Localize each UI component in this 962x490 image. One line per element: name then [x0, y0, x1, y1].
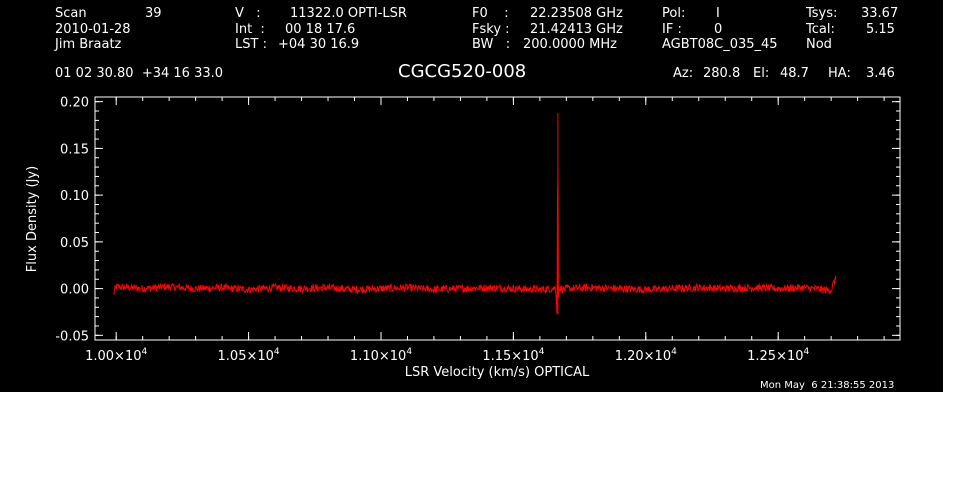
axis-ticks	[95, 97, 900, 340]
y-tick-label: -0.05	[55, 329, 89, 344]
x-tick-exponent: 4	[804, 347, 810, 357]
x-axis-label: LSR Velocity (km/s) OPTICAL	[405, 365, 590, 380]
flux-series-line	[113, 112, 837, 315]
spectrum-chart: -0.05 0.00 0.05 0.10 0.15 0.20 1.00×104 1.05×10…	[25, 96, 901, 380]
x-tick-label: 1.05×104	[218, 347, 280, 364]
plot-frame	[94, 96, 901, 341]
x-tick-exponent: 4	[671, 347, 677, 357]
x-tick-label: 1.10×104	[350, 347, 412, 364]
spectrum-plot-panel: Scan 39 2010-01-28 Jim Braatz V : 11322.…	[0, 0, 943, 392]
y-tick-label: 0.00	[60, 283, 89, 298]
x-tick-exponent: 4	[539, 347, 545, 357]
y-axis-label: Flux Density (Jy)	[25, 166, 40, 272]
x-tick-label: 1.00×104	[85, 347, 147, 364]
y-tick-label: 0.10	[60, 189, 89, 204]
x-tick-label: 1.25×104	[747, 347, 809, 364]
y-tick-label: 0.05	[60, 236, 89, 251]
x-tick-label: 1.20×104	[615, 347, 677, 364]
y-tick-label: 0.20	[60, 96, 89, 111]
x-tick-exponent: 4	[406, 347, 412, 357]
x-tick-exponent: 4	[142, 347, 148, 357]
timestamp: Mon May 6 21:38:55 2013	[760, 380, 895, 391]
y-tick-label: 0.15	[60, 142, 89, 157]
x-tick-exponent: 4	[274, 347, 280, 357]
axis-tick-labels: -0.05 0.00 0.05 0.10 0.15 0.20 1.00×104 1.05×10…	[55, 96, 809, 364]
x-tick-label: 1.15×104	[482, 347, 544, 364]
